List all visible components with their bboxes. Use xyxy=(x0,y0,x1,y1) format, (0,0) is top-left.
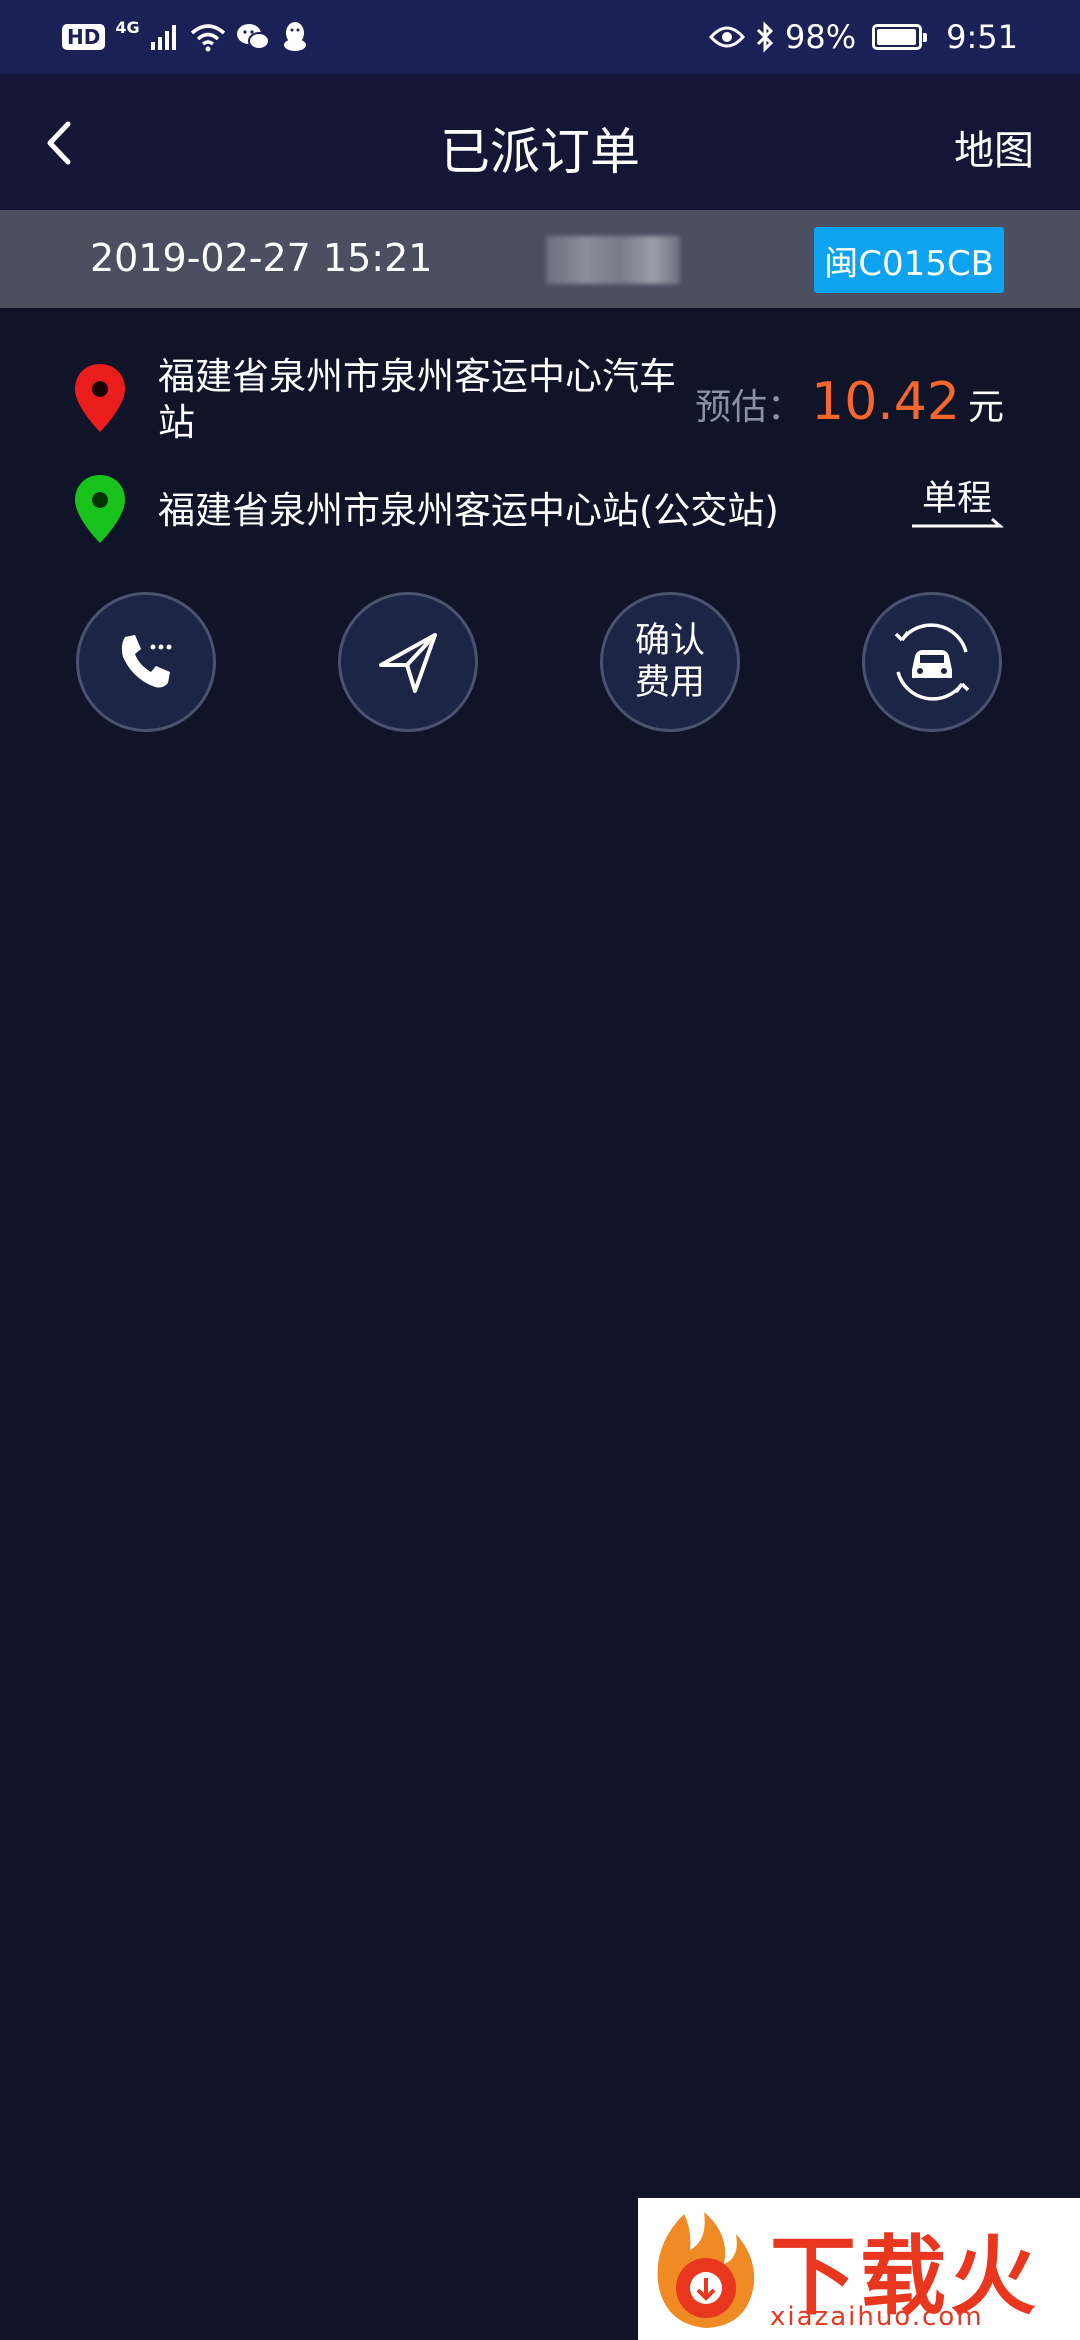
confirm-fee-label: 确认 费用 xyxy=(630,620,710,704)
dropoff-address: 福建省泉州市泉州客运中心站(公交站) xyxy=(158,489,779,532)
battery-icon xyxy=(872,24,928,50)
confirm-fee-line1: 确认 xyxy=(634,621,705,661)
status-right: 98% 9:51 xyxy=(709,18,1018,56)
status-left: HD 4G xyxy=(62,17,310,53)
map-button[interactable]: 地图 xyxy=(954,118,1034,176)
screen: HD 4G 98% 9:51 已派订单 地图 2019-02-27 15:21 … xyxy=(0,0,1080,2340)
battery-percent: 98% xyxy=(785,18,857,56)
navigation-arrow-icon xyxy=(379,633,437,693)
status-bar: HD 4G 98% 9:51 xyxy=(0,0,1080,74)
qq-icon xyxy=(283,22,306,51)
page-title: 已派订单 xyxy=(440,123,640,181)
watermark-logo: 下载火 xiazaihuo.com xyxy=(638,2198,1080,2340)
license-plate-badge: 闽C015CB xyxy=(814,227,1004,293)
confirm-fee-button[interactable]: 确认 费用 xyxy=(600,592,740,732)
trip-type-label: 单程 xyxy=(921,479,992,519)
order-info-strip: 2019-02-27 15:21 闽C015CB xyxy=(0,210,1080,308)
pickup-pin-icon xyxy=(75,364,125,432)
flame-logo-icon xyxy=(657,2212,755,2328)
hd-icon: HD xyxy=(62,24,106,50)
estimate-label: 预估： xyxy=(695,387,804,428)
estimate-unit: 元 xyxy=(967,387,1004,428)
order-time: 2019-02-27 15:21 xyxy=(90,236,433,280)
watermark-url: xiazaihuo.com xyxy=(770,2302,984,2332)
signal-icon xyxy=(150,25,176,50)
dropoff-pin-icon xyxy=(75,475,125,543)
car-refresh-icon xyxy=(894,623,970,701)
wifi-icon xyxy=(190,24,225,52)
trip-type-arrow-icon xyxy=(912,517,1004,528)
pickup-address: 福建省泉州市泉州客运中心汽车站 xyxy=(158,355,676,444)
car-refresh-button[interactable] xyxy=(862,592,1002,732)
wechat-icon xyxy=(236,24,270,50)
network-type: 4G xyxy=(115,17,140,37)
battery-fill xyxy=(877,29,917,45)
redacted-info xyxy=(546,236,680,284)
phone-icon xyxy=(121,635,172,688)
bluetooth-icon xyxy=(756,21,774,53)
confirm-fee-line2: 费用 xyxy=(634,663,705,703)
estimate-value: 10.42 xyxy=(811,372,960,432)
eye-icon xyxy=(709,26,746,48)
fare-estimate: 预估： 10.42 元 xyxy=(695,372,1004,432)
navigate-button[interactable] xyxy=(338,592,478,732)
clock: 9:51 xyxy=(946,18,1018,56)
nav-bar: 已派订单 地图 xyxy=(0,74,1080,210)
call-button[interactable] xyxy=(76,592,216,732)
